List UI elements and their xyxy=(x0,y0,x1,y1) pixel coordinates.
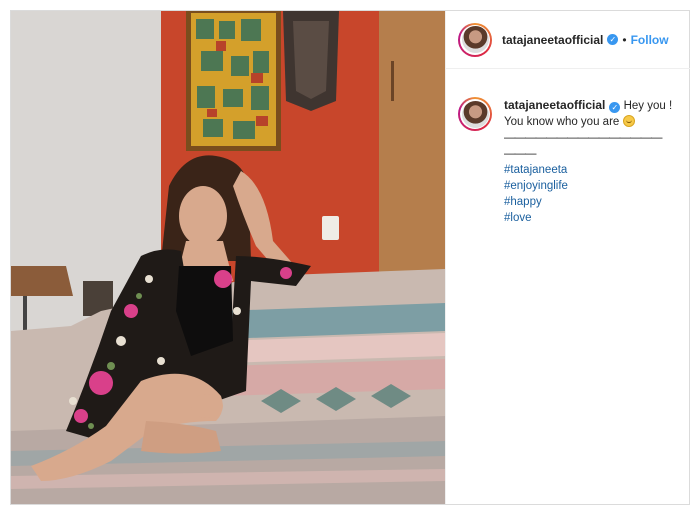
caption-avatar[interactable] xyxy=(458,97,492,131)
follow-button[interactable]: Follow xyxy=(631,33,669,47)
post-photo[interactable] xyxy=(11,11,445,504)
caption-divider: ——————————————— xyxy=(504,132,663,144)
instagram-post: tatajaneetaofficial ✓ • Follow tatajanee… xyxy=(10,10,690,505)
hashtag-link[interactable]: #love xyxy=(504,210,680,226)
hashtag-link[interactable]: #tatajaneeta xyxy=(504,162,680,178)
post-sidebar: tatajaneetaofficial ✓ • Follow tatajanee… xyxy=(445,11,690,504)
caption-line2: You know who you are xyxy=(504,116,620,128)
hashtag-link[interactable]: #enjoyinglife xyxy=(504,178,680,194)
avatar[interactable] xyxy=(458,22,492,57)
caption-text: tatajaneetaofficial ✓ Hey you ! You know … xyxy=(504,97,680,226)
verified-badge-icon: ✓ xyxy=(609,102,621,113)
verified-badge-icon: ✓ xyxy=(607,34,619,45)
smiling-face-emoji-icon xyxy=(622,115,635,127)
caption-divider-2: ——— xyxy=(504,148,537,160)
post-caption: tatajaneetaofficial ✓ Hey you ! You know … xyxy=(446,69,690,226)
separator-dot: • xyxy=(622,32,627,47)
caption-line1: Hey you ! xyxy=(623,100,673,112)
header-username[interactable]: tatajaneetaofficial xyxy=(502,33,603,47)
caption-username[interactable]: tatajaneetaofficial xyxy=(504,98,605,112)
hashtag-link[interactable]: #happy xyxy=(504,194,680,210)
post-header: tatajaneetaofficial ✓ • Follow xyxy=(446,11,690,69)
